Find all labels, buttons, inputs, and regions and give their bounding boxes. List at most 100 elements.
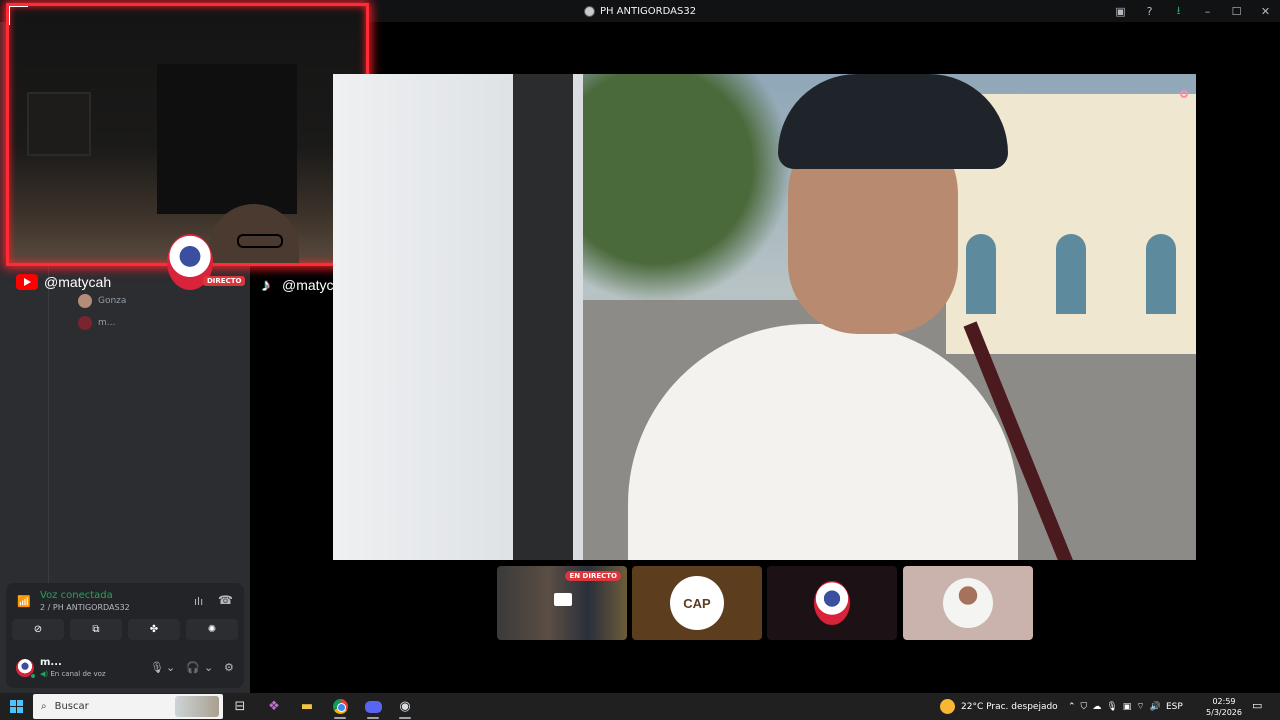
recording-indicator-icon xyxy=(1180,90,1188,98)
language-indicator[interactable]: ESP xyxy=(1166,702,1183,712)
window-arch xyxy=(1056,234,1086,314)
tiktok-icon: ♪ xyxy=(261,275,271,295)
minimize-icon[interactable]: – xyxy=(1193,0,1222,22)
online-status-icon xyxy=(30,673,36,679)
disconnect-icon[interactable]: ☎ xyxy=(218,593,233,607)
display-icon[interactable]: ▣ xyxy=(1123,702,1132,712)
noise-suppression-icon[interactable]: ılı xyxy=(194,595,203,608)
youtube-handle: @matycah xyxy=(16,274,111,290)
windows-logo-icon xyxy=(9,700,23,713)
discord-button[interactable] xyxy=(358,693,388,720)
cap-logo-text: CAP xyxy=(683,595,711,611)
glasses-shape xyxy=(237,234,283,248)
start-button[interactable] xyxy=(4,693,28,720)
chrome-button[interactable] xyxy=(325,693,355,720)
server-logo-icon xyxy=(583,5,595,17)
wall-picture xyxy=(27,92,91,156)
streamer-webcam xyxy=(6,3,369,266)
search-placeholder: Buscar xyxy=(54,701,89,712)
avatar xyxy=(943,578,993,628)
taskbar: ⌕ Buscar ⊟ ❖ ▬ ◉ 22°C Prac. despejado ⌃ … xyxy=(0,693,1280,720)
person-cap xyxy=(778,74,1008,169)
soundboard-icon: ✺ xyxy=(207,624,217,635)
volume-icon[interactable]: 🔊 xyxy=(1150,702,1161,712)
taskbar-search[interactable]: ⌕ Buscar xyxy=(33,694,223,719)
soundboard-button[interactable]: ✺ xyxy=(186,619,238,640)
voice-connection-panel: 📶 Voz conectada 2 / PH ANTIGORDAS32 ılı … xyxy=(6,583,244,688)
window-arch xyxy=(1146,234,1176,314)
cap-logo-icon: CAP xyxy=(670,576,724,630)
task-view-icon: ⊟ xyxy=(234,699,246,714)
window-title: PH ANTIGORDAS32 xyxy=(599,5,697,17)
close-icon[interactable]: ✕ xyxy=(1251,0,1280,22)
file-explorer-button[interactable]: ▬ xyxy=(292,693,322,720)
voice-icon: ◀) xyxy=(40,670,49,678)
chevron-down-icon[interactable]: ⌄ xyxy=(166,661,175,674)
cloud-icon[interactable]: ☁ xyxy=(1092,702,1101,712)
screen-share-icon[interactable]: ▣ xyxy=(1106,0,1135,22)
live-badge-overlay: DIRECTO xyxy=(203,276,246,286)
clock[interactable]: 02:59 5/3/2026 xyxy=(1202,696,1246,718)
voice-member-gonza[interactable]: Gonza xyxy=(78,294,126,308)
search-icon: ⌕ xyxy=(41,701,47,712)
download-icon[interactable]: ⭳ xyxy=(1164,0,1193,22)
folder-icon: ▬ xyxy=(300,699,314,714)
window-arch xyxy=(966,234,996,314)
camera-off-icon: ⊘ xyxy=(33,624,43,635)
activities-icon: ✤ xyxy=(149,624,159,635)
participant-tile-cap[interactable]: CAP xyxy=(632,566,762,640)
obs-button[interactable]: ◉ xyxy=(390,693,420,720)
weather-widget[interactable]: 22°C Prac. despejado xyxy=(940,693,1058,720)
system-tray: ⌃ ⛉ ☁ 🎙 ▣ ⌔ 🔊 ESP xyxy=(1068,693,1183,720)
matycah-logo-icon xyxy=(814,581,850,625)
participant-tile-stream[interactable]: EN DIRECTO xyxy=(497,566,627,640)
share-screen-icon: ⧉ xyxy=(92,624,100,635)
search-highlight-image xyxy=(175,696,219,717)
avatar xyxy=(78,294,92,308)
voice-channel-name[interactable]: 2 / PH ANTIGORDAS32 xyxy=(40,603,130,612)
microphone-icon[interactable]: 🎙 xyxy=(1106,702,1117,712)
weather-text: 22°C Prac. despejado xyxy=(961,701,1058,712)
dark-wall-edge xyxy=(513,74,573,560)
network-icon[interactable]: ⌔ xyxy=(1136,701,1144,712)
discord-icon xyxy=(364,700,382,713)
participant-tile-matycah[interactable] xyxy=(767,566,897,640)
voice-member-m[interactable]: m... xyxy=(78,316,115,330)
dark-doorway xyxy=(157,64,297,214)
copilot-button[interactable]: ❖ xyxy=(259,693,289,720)
camera-off-button[interactable]: ⊘ xyxy=(12,619,64,640)
user-status-text: En canal de voz xyxy=(50,670,106,678)
chevron-down-icon[interactable]: ⌄ xyxy=(204,661,213,674)
participant-tile-user[interactable] xyxy=(903,566,1033,640)
youtube-icon xyxy=(16,274,38,290)
microphone-icon[interactable]: 🎙 xyxy=(150,661,164,674)
live-badge: EN DIRECTO xyxy=(565,571,621,581)
clock-date: 5/3/2026 xyxy=(1206,708,1242,717)
voice-status[interactable]: Voz conectada xyxy=(40,590,113,601)
signal-icon: 📶 xyxy=(17,595,31,608)
user-panel: m... ◀) En canal de voz 🎙 ⌄ 🎧 ⌄ ⚙ xyxy=(14,655,238,683)
clock-time: 02:59 xyxy=(1212,697,1236,706)
chrome-icon xyxy=(332,699,348,714)
settings-gear-icon[interactable]: ⚙ xyxy=(224,661,234,674)
tree xyxy=(563,74,793,304)
main-stream-view[interactable] xyxy=(333,74,1196,560)
activities-button[interactable]: ✤ xyxy=(128,619,180,640)
copilot-icon: ❖ xyxy=(268,699,280,714)
help-icon[interactable]: ? xyxy=(1135,0,1164,22)
member-name: Gonza xyxy=(98,296,127,306)
member-name: m... xyxy=(98,318,116,328)
task-view-button[interactable]: ⊟ xyxy=(225,693,255,720)
weather-sun-icon xyxy=(940,699,955,714)
shield-icon[interactable]: ⛉ xyxy=(1081,702,1088,712)
headphones-icon[interactable]: 🎧 xyxy=(186,661,200,674)
user-status: ◀) En canal de voz xyxy=(40,670,106,678)
maximize-icon[interactable]: ☐ xyxy=(1222,0,1251,22)
notification-icon[interactable]: ▭ xyxy=(1252,699,1262,712)
avatar xyxy=(78,316,92,330)
share-screen-button[interactable]: ⧉ xyxy=(70,619,122,640)
obs-icon: ◉ xyxy=(399,699,411,714)
chevron-up-icon[interactable]: ⌃ xyxy=(1068,702,1076,712)
screen-icon xyxy=(554,593,572,606)
username[interactable]: m... xyxy=(40,657,62,668)
